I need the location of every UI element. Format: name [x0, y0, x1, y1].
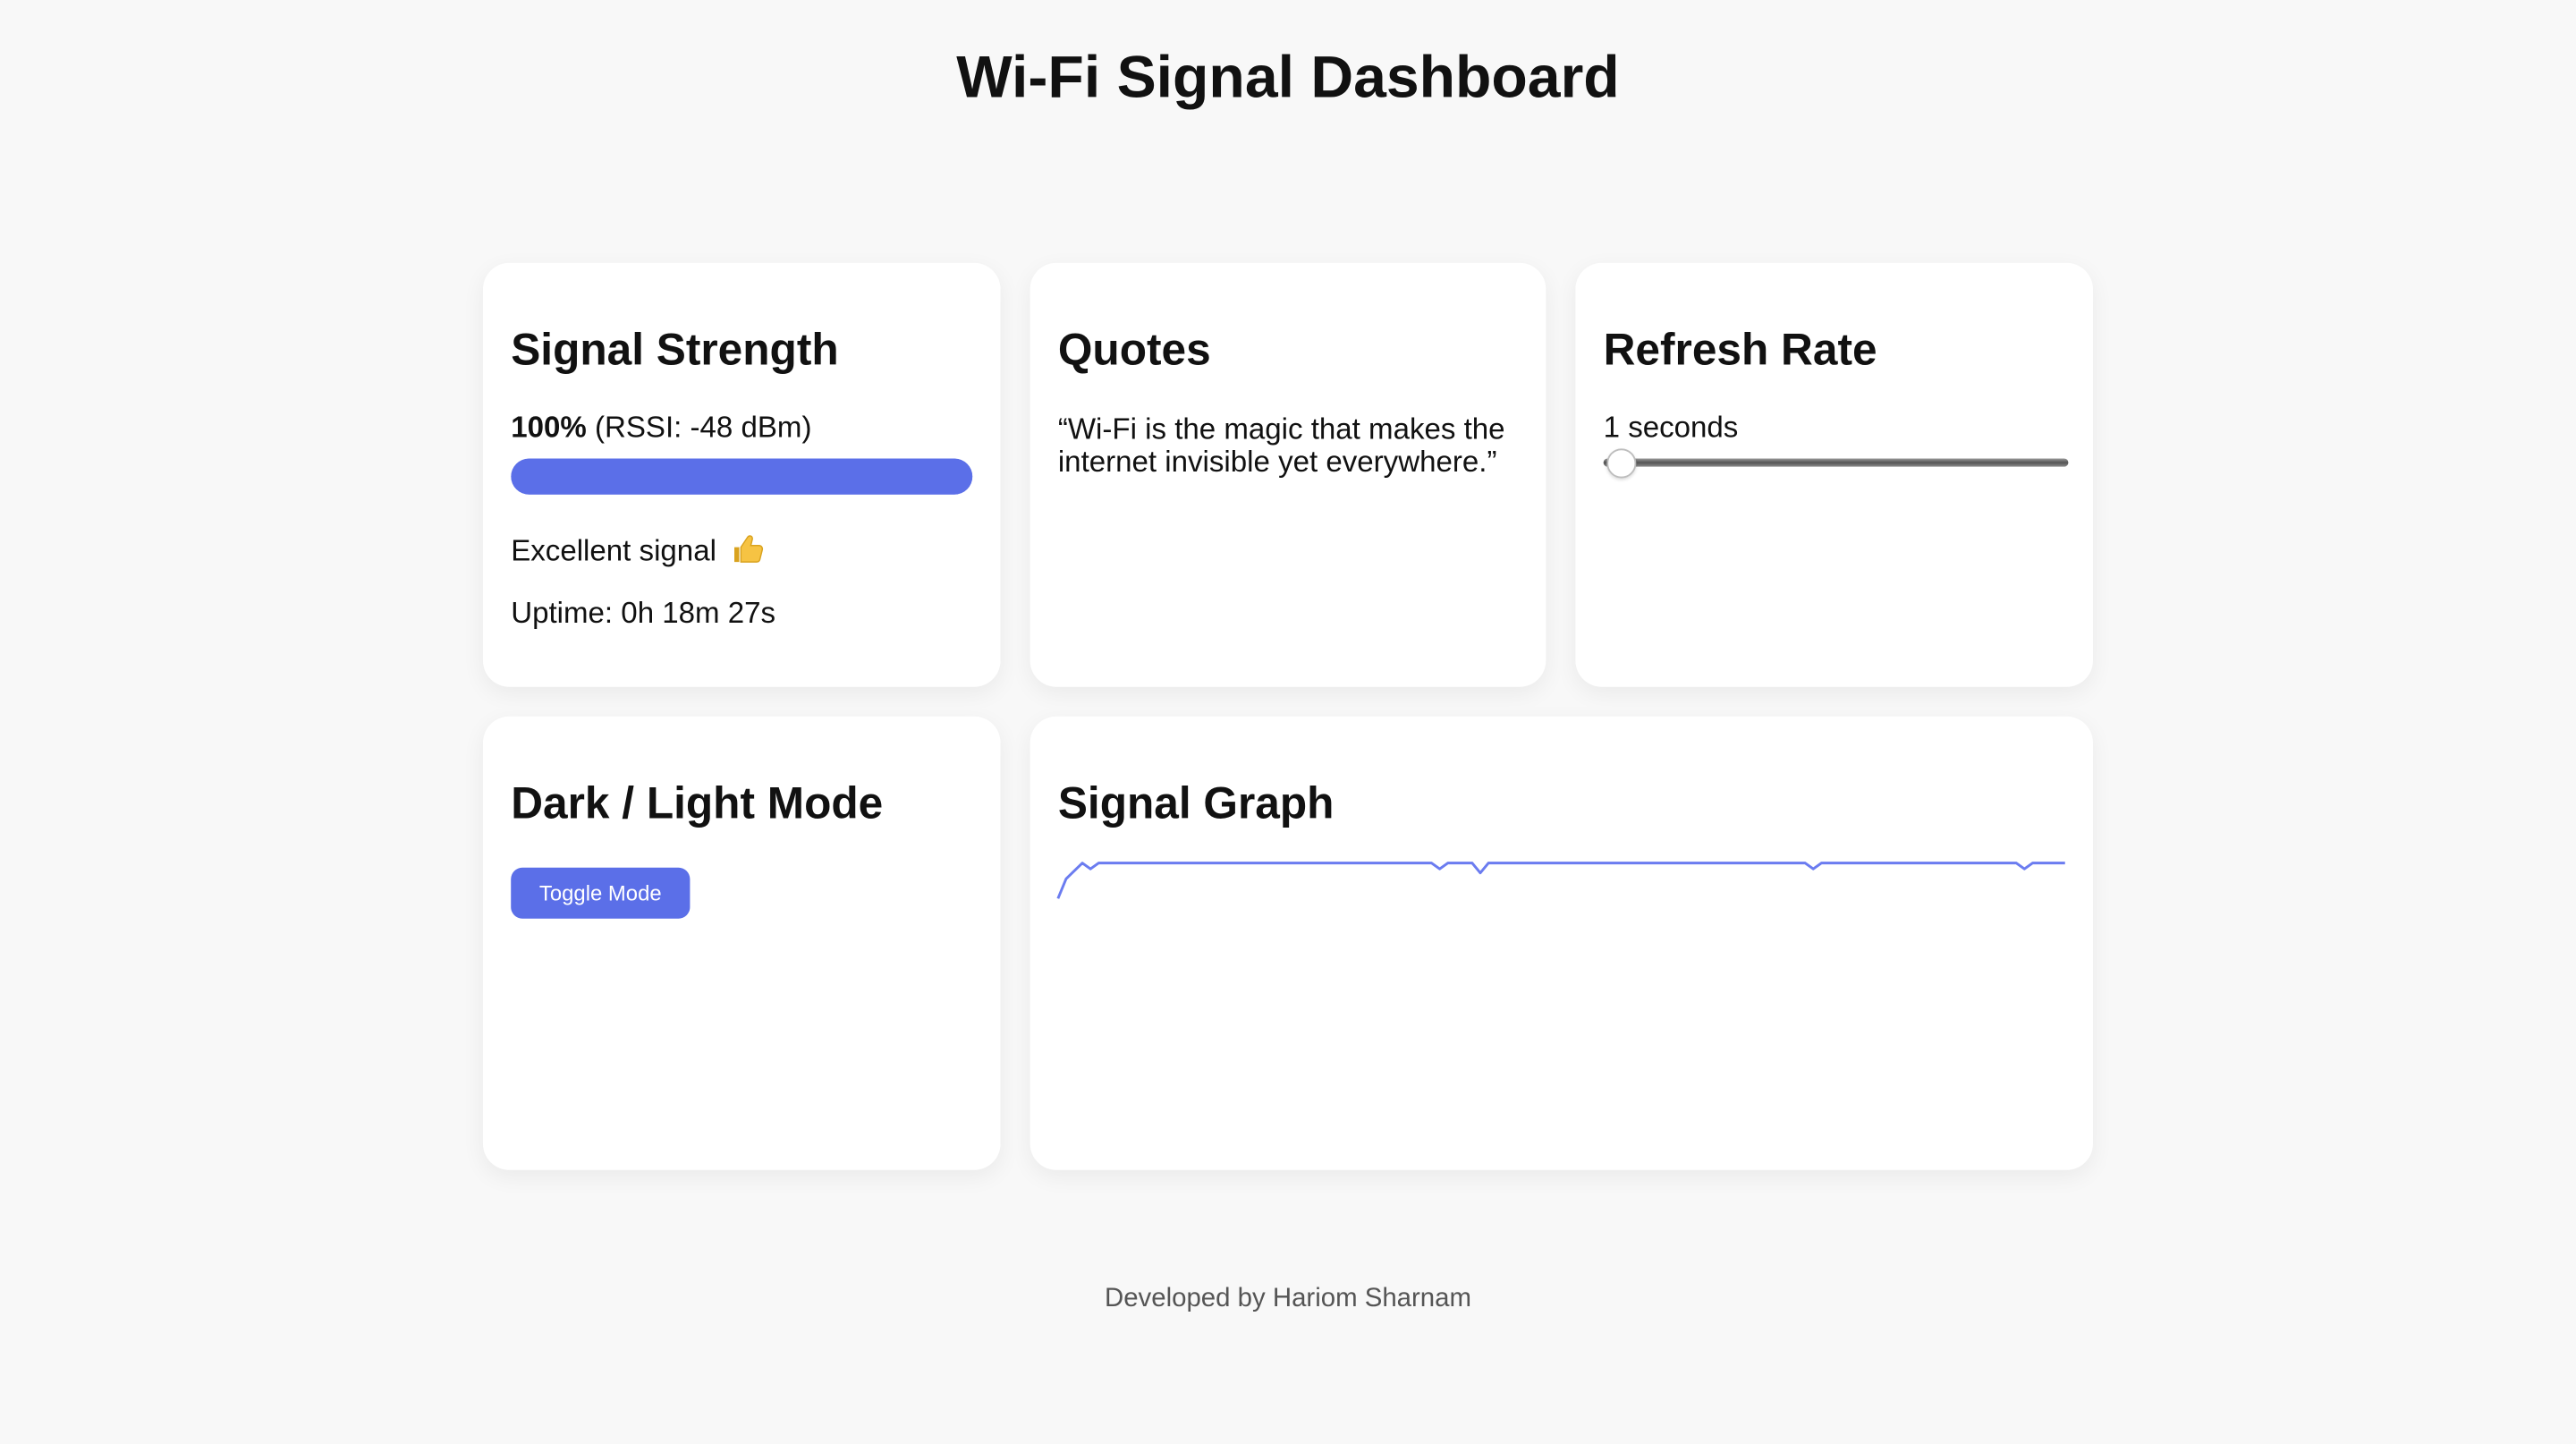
mode-card: Dark / Light Mode Toggle Mode [482, 716, 1001, 1170]
toggle-mode-button[interactable]: Toggle Mode [511, 867, 691, 919]
signal-progress-bar [511, 458, 973, 495]
quote-text: “Wi-Fi is the magic that makes the inter… [1057, 412, 1505, 479]
page-title: Wi-Fi Signal Dashboard [956, 42, 1620, 111]
slider-track[interactable] [1603, 458, 2069, 467]
quotes-heading: Quotes [1057, 325, 1211, 375]
quotes-card: Quotes “Wi-Fi is the magic that makes th… [1030, 262, 1546, 687]
signal-graph-heading: Signal Graph [1057, 778, 1335, 828]
refresh-rate-slider[interactable] [1603, 448, 2069, 479]
refresh-rate-value: 1 seconds [1603, 411, 1739, 444]
mode-heading: Dark / Light Mode [511, 778, 884, 828]
signal-status: Excellent signal [511, 533, 716, 567]
footer-credit: Developed by Hariom Sharnam [1104, 1285, 1471, 1313]
thumbs-up-icon [734, 535, 764, 563]
signal-strength-heading: Signal Strength [511, 325, 839, 375]
rssi-value: (RSSI: -48 dBm) [586, 411, 812, 444]
signal-percent: 100% [511, 411, 587, 444]
slider-handle[interactable] [1606, 448, 1637, 479]
dashboard-page: Wi-Fi Signal Dashboard Signal Strength 1… [0, 0, 2576, 1444]
uptime-text: Uptime: 0h 18m 27s [511, 596, 776, 630]
signal-progress-fill [511, 458, 973, 495]
signal-status-line: Excellent signal [511, 532, 764, 567]
signal-series-line [1056, 862, 2065, 899]
refresh-rate-heading: Refresh Rate [1603, 325, 1877, 375]
refresh-rate-card: Refresh Rate 1 seconds [1575, 262, 2093, 687]
signal-graph-card: Signal Graph [1030, 716, 2093, 1170]
signal-strength-card: Signal Strength 100% (RSSI: -48 dBm) Exc… [482, 262, 1001, 687]
signal-percent-line: 100% (RSSI: -48 dBm) [511, 411, 811, 444]
signal-line-chart [1056, 862, 2065, 899]
